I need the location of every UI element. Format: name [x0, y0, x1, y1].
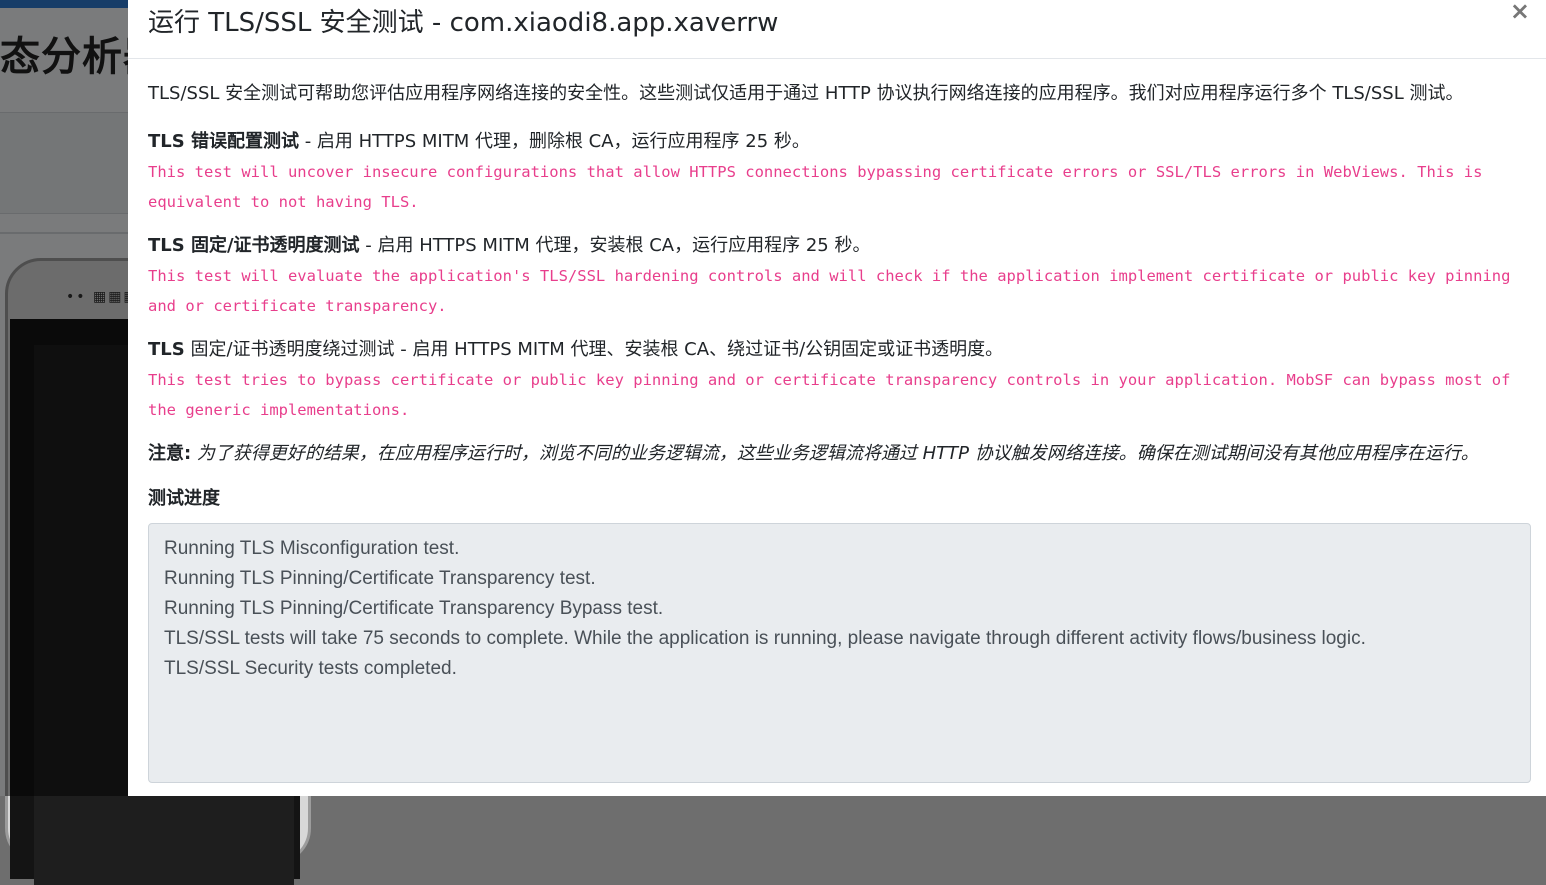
progress-title: 测试进度 [148, 488, 220, 509]
test-name: TLS 错误配置测试 [148, 131, 299, 152]
test-item: TLS 错误配置测试 - 启用 HTTPS MITM 代理，删除根 CA，运行应… [148, 127, 1531, 217]
test-heading: TLS 错误配置测试 - 启用 HTTPS MITM 代理，删除根 CA，运行应… [148, 127, 1531, 157]
note-label: 注意: [148, 443, 192, 464]
modal-header: 运行 TLS/SSL 安全测试 - com.xiaodi8.app.xaverr… [128, 0, 1546, 59]
test-description: This test tries to bypass certificate or… [148, 371, 1511, 419]
test-detail: 固定/证书透明度绕过测试 - 启用 HTTPS MITM 代理、安装根 CA、绕… [184, 339, 1004, 360]
log-line: Running TLS Misconfiguration test. [164, 538, 460, 559]
test-description: This test will evaluate the application'… [148, 267, 1511, 315]
test-detail: - 启用 HTTPS MITM 代理，安装根 CA，运行应用程序 25 秒。 [359, 235, 871, 256]
test-detail: - 启用 HTTPS MITM 代理，删除根 CA，运行应用程序 25 秒。 [298, 131, 810, 152]
test-name: TLS 固定/证书透明度测试 [148, 235, 360, 256]
modal-body: TLS/SSL 安全测试可帮助您评估应用程序网络连接的安全性。这些测试仅适用于通… [128, 59, 1546, 783]
tls-test-modal: 运行 TLS/SSL 安全测试 - com.xiaodi8.app.xaverr… [128, 0, 1546, 796]
progress-log[interactable]: Running TLS Misconfiguration test. Runni… [148, 523, 1531, 783]
test-heading: TLS 固定/证书透明度绕过测试 - 启用 HTTPS MITM 代理、安装根 … [148, 335, 1531, 365]
test-heading: TLS 固定/证书透明度测试 - 启用 HTTPS MITM 代理，安装根 CA… [148, 231, 1531, 261]
test-description: This test will uncover insecure configur… [148, 163, 1483, 211]
note: 注意: 为了获得更好的结果，在应用程序运行时，浏览不同的业务逻辑流，这些业务逻辑… [148, 439, 1531, 469]
test-item: TLS 固定/证书透明度测试 - 启用 HTTPS MITM 代理，安装根 CA… [148, 231, 1531, 321]
log-line: TLS/SSL Security tests completed. [164, 658, 457, 679]
log-line: Running TLS Pinning/Certificate Transpar… [164, 568, 596, 589]
modal-title: 运行 TLS/SSL 安全测试 - com.xiaodi8.app.xaverr… [148, 8, 779, 38]
note-text: 为了获得更好的结果，在应用程序运行时，浏览不同的业务逻辑流，这些业务逻辑流将通过… [191, 443, 1479, 464]
test-item: TLS 固定/证书透明度绕过测试 - 启用 HTTPS MITM 代理、安装根 … [148, 335, 1531, 425]
intro-text: TLS/SSL 安全测试可帮助您评估应用程序网络连接的安全性。这些测试仅适用于通… [148, 83, 1464, 104]
test-name: TLS [148, 339, 185, 360]
close-icon[interactable]: × [1510, 0, 1530, 23]
log-line: Running TLS Pinning/Certificate Transpar… [164, 598, 664, 619]
log-line: TLS/SSL tests will take 75 seconds to co… [164, 628, 1366, 649]
